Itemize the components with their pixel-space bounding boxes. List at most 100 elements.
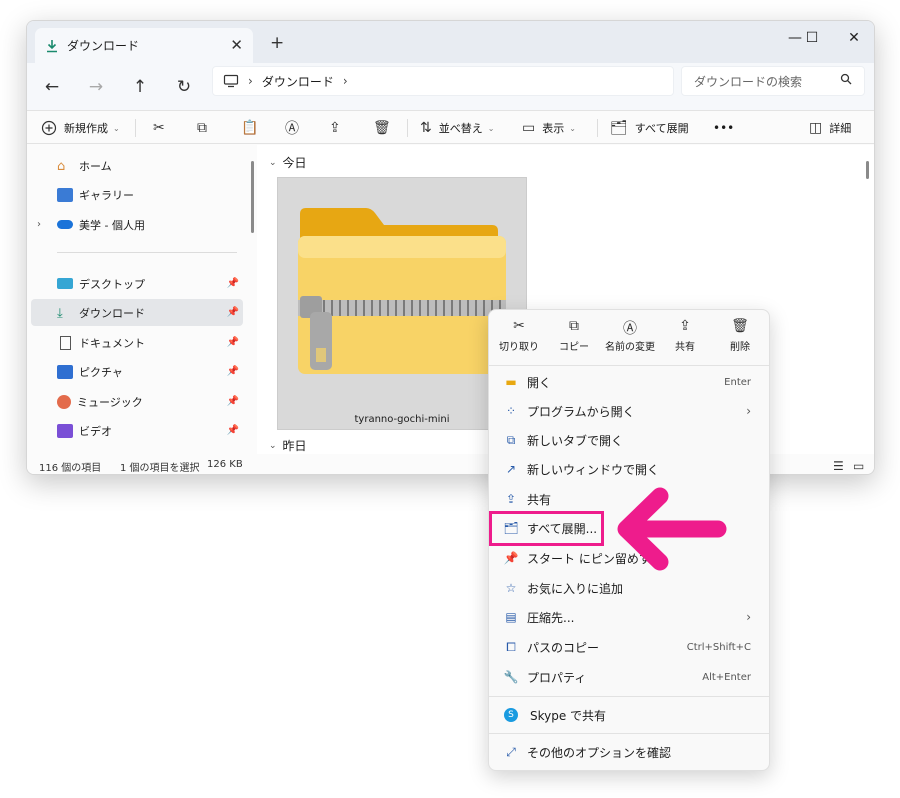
sidebar-item-home[interactable]: ⌂ ホーム	[31, 152, 243, 179]
view-label: 表示	[542, 122, 565, 135]
search-placeholder: ダウンロードの検索	[694, 74, 803, 89]
tab-downloads[interactable]: ダウンロード ✕	[35, 28, 253, 63]
sidebar-scrollbar[interactable]	[251, 161, 254, 233]
address-field[interactable]: › ダウンロード ›	[212, 66, 674, 96]
details-button[interactable]: ◫ 詳細	[809, 116, 851, 140]
ctx-shortcut: Alt+Enter	[702, 671, 751, 683]
content-scrollbar[interactable]	[866, 161, 869, 179]
new-tab-icon: ⧉	[506, 432, 516, 447]
ctx-item-open-with[interactable]: ⁘ プログラムから開く ›	[493, 397, 765, 425]
ctx-copy-label: コピー	[559, 342, 589, 353]
sidebar-item-label: 美学 - 個人用	[79, 218, 145, 232]
rename-button[interactable]: Ⓐ	[285, 116, 306, 140]
search-input[interactable]: ダウンロードの検索	[681, 66, 865, 96]
chevron-right-icon[interactable]: ›	[37, 219, 41, 230]
ctx-item-add-favorites[interactable]: ☆ お気に入りに追加	[493, 574, 765, 602]
back-button[interactable]: ←	[41, 77, 63, 97]
delete-button[interactable]: 🗑	[373, 116, 398, 140]
sidebar-item-label: ギャラリー	[79, 188, 134, 202]
close-window-button[interactable]: ✕	[839, 26, 869, 50]
extract-label: すべて展開	[634, 122, 689, 135]
group-label: 今日	[282, 156, 307, 170]
pin-icon: 📌	[226, 425, 239, 436]
download-icon	[47, 39, 57, 52]
new-tab-button[interactable]: +	[270, 33, 284, 53]
computer-icon	[223, 74, 239, 88]
ctx-item-open-new-tab[interactable]: ⧉ 新しいタブで開く	[493, 426, 765, 454]
more-options-icon: ⤢	[506, 744, 516, 759]
share-icon: ⇪	[505, 492, 517, 506]
sidebar-item-gallery[interactable]: ギャラリー	[31, 181, 243, 208]
scissors-icon: ✂	[153, 120, 165, 136]
up-button[interactable]: ↑	[129, 77, 151, 97]
share-button[interactable]: ⇪	[329, 116, 348, 140]
ctx-delete-button[interactable]: 🗑 削除	[714, 318, 766, 353]
sort-label: 並べ替え	[438, 122, 483, 135]
ctx-item-open[interactable]: ▬ 開く Enter	[493, 368, 765, 396]
divider	[407, 119, 408, 137]
breadcrumb-downloads[interactable]: ダウンロード	[262, 73, 334, 90]
music-icon	[57, 394, 71, 409]
paste-button[interactable]: 📋	[241, 116, 265, 140]
star-icon: ☆	[505, 581, 517, 595]
pin-icon: 📌	[226, 307, 239, 318]
group-header-today[interactable]: ⌄ 今日	[269, 154, 307, 171]
sort-button[interactable]: ⇅ 並べ替え ⌄	[420, 116, 494, 140]
view-icon: ▭	[522, 120, 536, 136]
sidebar-item-label: ドキュメント	[79, 336, 145, 350]
sidebar-item-onedrive[interactable]: › 美学 - 個人用	[31, 211, 243, 238]
open-icon: ▬	[505, 375, 517, 389]
sidebar-item-documents[interactable]: ドキュメント 📌	[31, 329, 243, 356]
group-header-yesterday[interactable]: ⌄ 昨日	[269, 437, 307, 454]
address-bar-row: ← → ↑ ↻ › ダウンロード › ダウンロードの検索	[27, 63, 874, 111]
forward-button[interactable]: →	[85, 77, 107, 97]
properties-icon: 🔧	[503, 670, 519, 684]
sidebar-item-desktop[interactable]: デスクトップ 📌	[31, 270, 243, 297]
ctx-item-label: その他のオプションを確認	[527, 745, 672, 760]
ctx-item-label: Skype で共有	[530, 708, 607, 723]
more-button[interactable]: •••	[713, 116, 734, 140]
ctx-item-compress[interactable]: ▤ 圧縮先... ›	[493, 603, 765, 631]
details-pane-icon: ◫	[809, 120, 823, 136]
divider	[489, 365, 769, 366]
pin-icon: 📌	[226, 396, 239, 407]
ctx-item-open-new-window[interactable]: ↗ 新しいウィンドウで開く	[493, 455, 765, 483]
ctx-cut-button[interactable]: ✂ 切り取り	[493, 318, 545, 353]
trash-icon: 🗑	[373, 120, 391, 136]
tiles-view-icon[interactable]: ▭	[853, 459, 864, 473]
ctx-item-skype-share[interactable]: S Skype で共有	[493, 701, 765, 729]
sidebar-item-label: デスクトップ	[79, 277, 145, 291]
maximize-button[interactable]: ☐	[797, 26, 827, 50]
close-tab-icon[interactable]: ✕	[230, 36, 243, 54]
chevron-down-icon: ⌄	[487, 123, 495, 133]
ctx-item-more-options[interactable]: ⤢ その他のオプションを確認	[493, 738, 765, 766]
sidebar-item-downloads[interactable]: ⤓ ダウンロード 📌	[31, 299, 243, 326]
sidebar-item-music[interactable]: ミュージック 📌	[31, 388, 243, 415]
tab-title: ダウンロード	[67, 39, 140, 53]
onedrive-icon	[57, 220, 73, 229]
refresh-button[interactable]: ↻	[173, 77, 195, 97]
pin-icon: 📌	[503, 551, 519, 565]
tab-bar: ダウンロード ✕ + — ☐ ✕	[27, 21, 874, 63]
ctx-item-label: 新しいタブで開く	[527, 433, 624, 448]
open-with-icon: ⁘	[505, 404, 517, 418]
details-view-icon[interactable]: ☰	[833, 459, 844, 473]
sidebar-item-pictures[interactable]: ピクチャ 📌	[31, 358, 243, 385]
pictures-icon	[57, 364, 73, 379]
extract-all-button[interactable]: 🗂 すべて展開	[610, 116, 689, 140]
rename-icon: Ⓐ	[285, 121, 299, 137]
new-button[interactable]: 新規作成 ⌄	[41, 116, 120, 140]
ctx-rename-button[interactable]: Ⓐ 名前の変更	[601, 318, 659, 353]
ctx-item-properties[interactable]: 🔧 プロパティ Alt+Enter	[493, 663, 765, 691]
sidebar-item-videos[interactable]: ビデオ 📌	[31, 417, 243, 444]
sidebar-item-label: ビデオ	[79, 424, 112, 438]
ctx-item-copy-path[interactable]: ⧠ パスのコピー Ctrl+Shift+C	[493, 633, 765, 661]
new-label: 新規作成	[64, 122, 108, 135]
breadcrumb-chevron-icon[interactable]: ›	[343, 74, 348, 88]
ctx-copy-button[interactable]: ⧉ コピー	[548, 318, 600, 353]
copy-button[interactable]: ⧉	[197, 116, 214, 140]
ctx-share-button[interactable]: ⇪ 共有	[659, 318, 711, 353]
ctx-item-label: 圧縮先...	[527, 610, 575, 625]
view-button[interactable]: ▭ 表示 ⌄	[522, 116, 576, 140]
cut-button[interactable]: ✂	[153, 116, 172, 140]
